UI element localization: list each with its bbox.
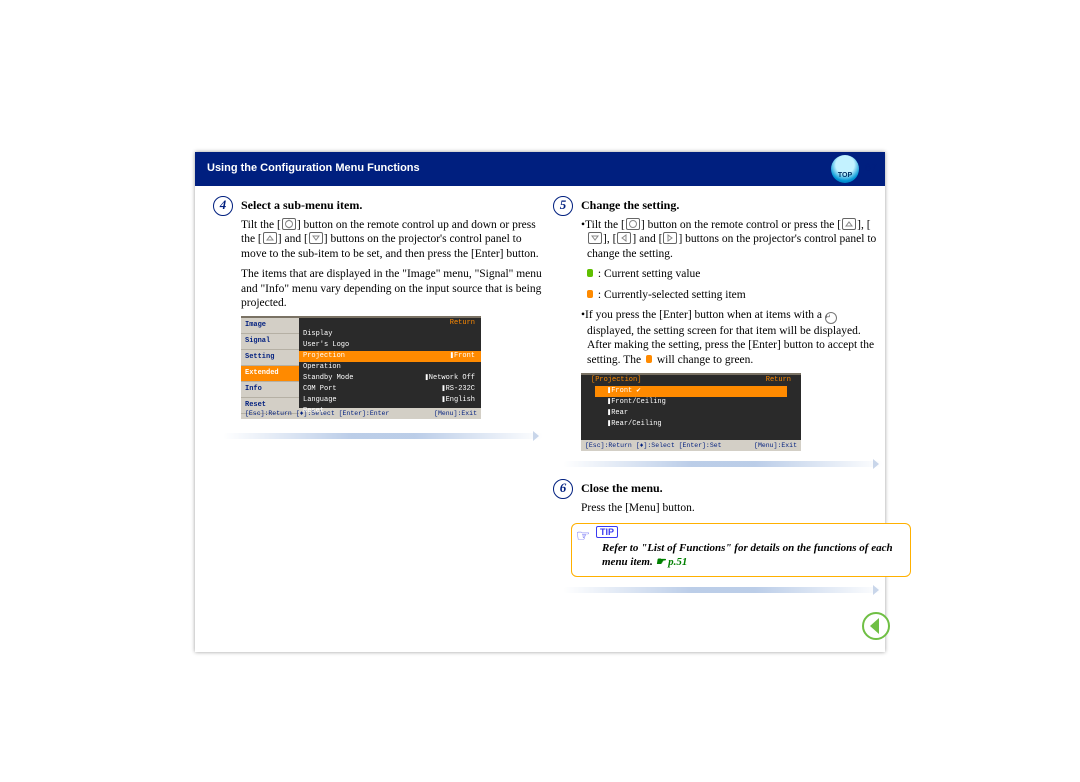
osd-row: ❚Rear/Ceiling (581, 419, 801, 430)
text: ], [ (857, 219, 870, 231)
top-icon[interactable]: TOP (831, 155, 859, 183)
step-6-header: 6 Close the menu. (553, 479, 883, 499)
nav-back-icon[interactable] (862, 612, 890, 640)
orange-marker-icon (646, 355, 652, 363)
tip-hand-icon: ☞ (576, 526, 590, 546)
step-4-body: Tilt the [] button on the remote control… (241, 218, 543, 310)
step-4-note: The items that are displayed in the "Ima… (241, 267, 543, 310)
step-number-4: 4 (213, 196, 233, 216)
osd-row-header: Return (299, 318, 481, 329)
osd-screenshot-projection: [Projection]Return❚Front ✔❚Front/Ceiling… (581, 373, 801, 451)
osd-row: Display (299, 329, 481, 340)
osd-row: Reset (299, 406, 481, 417)
down-icon (588, 232, 602, 244)
section-divider (563, 461, 883, 467)
osd-row: Language❚English (299, 395, 481, 406)
osd-row: ❚Front ✔ (595, 386, 787, 397)
step-6-body: Press the [Menu] button. (581, 501, 883, 515)
right-icon (663, 232, 677, 244)
osd-row: ❚Front/Ceiling (581, 397, 801, 408)
up-icon (842, 218, 856, 230)
osd-row: ❚Rear (581, 408, 801, 419)
text: Press the [Menu] button. (581, 501, 883, 515)
osd-side-item: Info (241, 382, 299, 398)
osd-foot-right: [Menu]:Exit (754, 442, 797, 449)
header-title: Using the Configuration Menu Functions (207, 162, 420, 174)
osd-row: Standby Mode❚Network Off (299, 373, 481, 384)
step-6-title: Close the menu. (581, 481, 663, 496)
tip-box: ☞ TIP Refer to "List of Functions" for d… (571, 523, 911, 577)
step-4-title: Select a sub-menu item. (241, 198, 362, 213)
tilt-icon (282, 218, 296, 230)
step-5-header: 5 Change the setting. (553, 196, 883, 216)
osd-side-item: Image (241, 318, 299, 334)
osd-side-item: Signal (241, 334, 299, 350)
text: If you press the [Enter] button when at … (585, 309, 825, 321)
osd-screenshot-extended: ImageSignalSettingExtendedInfoReset Retu… (241, 316, 481, 419)
osd-side-item: Setting (241, 350, 299, 366)
text: ], [ (603, 233, 616, 245)
right-column: 5 Change the setting. •Tilt the [] butto… (553, 196, 883, 593)
osd-row: User's Logo (299, 340, 481, 351)
osd-foot-left: [Esc]:Return [♦]:Select [Enter]:Set (585, 442, 722, 449)
step-5-body: •Tilt the [] button on the remote contro… (581, 218, 883, 367)
osd-footer: [Esc]:Return [♦]:Select [Enter]:Set [Men… (581, 440, 801, 451)
tip-page-link[interactable]: ☛ p.51 (655, 556, 687, 568)
enter-mark-icon: ↵ (825, 312, 837, 324)
tip-label: TIP (596, 526, 618, 538)
text: will change to green. (654, 354, 753, 366)
step-4-header: 4 Select a sub-menu item. (213, 196, 543, 216)
osd-row: Projection❚Front (299, 351, 481, 362)
text: Tilt the [ (241, 219, 281, 231)
osd-body: ReturnDisplayUser's LogoProjection❚Front… (299, 318, 481, 408)
step-5-title: Change the setting. (581, 198, 679, 213)
osd-row: Operation (299, 362, 481, 373)
text: : Currently-selected setting item (595, 289, 746, 301)
text: Tilt the [ (585, 219, 625, 231)
text: ] and [ (278, 233, 308, 245)
left-column: 4 Select a sub-menu item. Tilt the [] bu… (213, 196, 543, 439)
step-number-6: 6 (553, 479, 573, 499)
up-icon (263, 232, 277, 244)
osd-side-item: Extended (241, 366, 299, 382)
osd-row: COM Port❚RS-232C (299, 384, 481, 395)
tip-text: Refer to "List of Functions" for details… (602, 542, 893, 568)
text: : Current setting value (595, 268, 700, 280)
down-icon (309, 232, 323, 244)
page-number: 67 (865, 162, 877, 174)
left-icon (617, 232, 631, 244)
section-divider (563, 587, 883, 593)
orange-marker-icon (587, 290, 593, 298)
green-marker-icon (587, 269, 593, 277)
page-content: 4 Select a sub-menu item. Tilt the [] bu… (195, 196, 885, 652)
page-header: Using the Configuration Menu Functions T… (195, 152, 885, 186)
section-divider (223, 433, 543, 439)
manual-page: Using the Configuration Menu Functions T… (195, 152, 885, 652)
osd-row-header: [Projection]Return (581, 375, 801, 386)
tilt-icon (626, 218, 640, 230)
text: ] button on the remote control or press … (641, 219, 841, 231)
text: ] and [ (632, 233, 662, 245)
osd-sidebar: ImageSignalSettingExtendedInfoReset (241, 318, 299, 408)
step-number-5: 5 (553, 196, 573, 216)
